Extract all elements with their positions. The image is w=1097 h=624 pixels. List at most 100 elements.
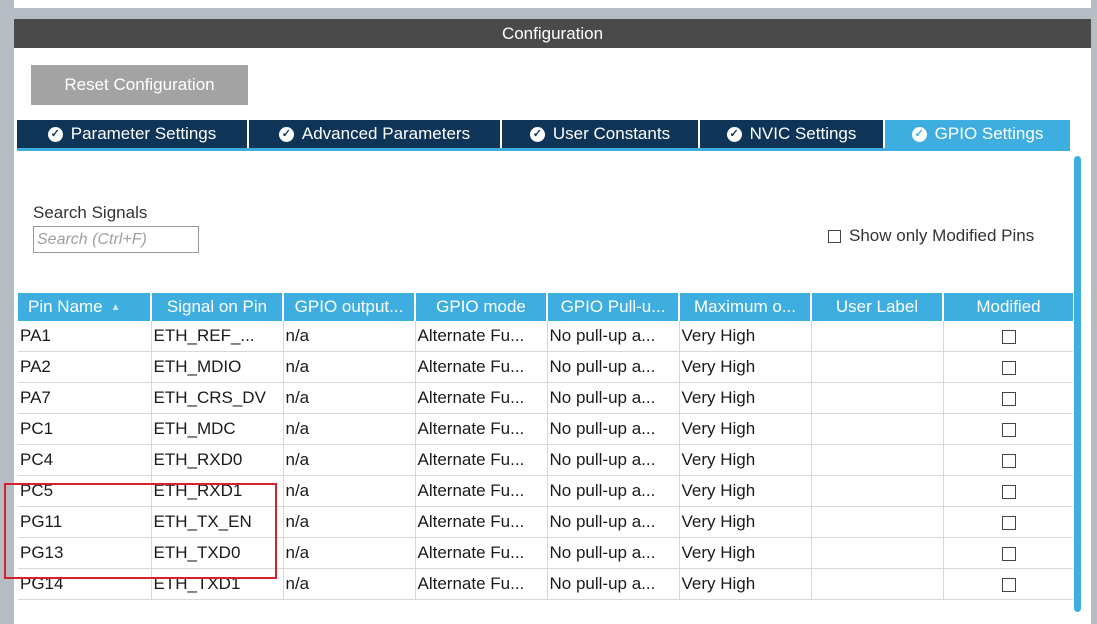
signal-cell: ETH_RXD0	[151, 444, 284, 476]
configuration-panel: Configuration Reset Configuration ✓ Para…	[14, 19, 1091, 624]
sort-up-icon[interactable]: ▲	[111, 302, 121, 313]
table-row[interactable]: PC4 ETH_RXD0 n/a Alternate Fu... No pull…	[18, 444, 1075, 476]
modified-checkbox[interactable]	[1001, 577, 1016, 592]
tab-nvic-settings[interactable]: ✓ NVIC Settings	[700, 120, 885, 148]
gpio-mode-cell: Alternate Fu...	[415, 506, 548, 538]
tab-label: Parameter Settings	[70, 124, 217, 143]
gpio-output-cell: n/a	[283, 413, 416, 445]
check-circle-icon: ✓	[726, 126, 742, 142]
modified-checkbox[interactable]	[1001, 484, 1016, 499]
gpio-output-cell: n/a	[283, 568, 416, 600]
gpio-pin-table: Pin Name ▲ Signal on Pin GPIO output... G…	[18, 293, 1075, 600]
column-header-gpio-mode[interactable]: GPIO mode	[415, 293, 548, 321]
tab-advanced-parameters[interactable]: ✓ Advanced Parameters	[249, 120, 502, 148]
tab-label: User Constants	[552, 124, 671, 143]
gpio-mode-cell: Alternate Fu...	[415, 382, 548, 414]
table-row[interactable]: PA1 ETH_REF_... n/a Alternate Fu... No p…	[18, 321, 1075, 352]
check-circle-icon: ✓	[278, 126, 294, 142]
column-header-signal-on-pin[interactable]: Signal on Pin	[151, 293, 284, 321]
gpio-output-cell: n/a	[283, 351, 416, 383]
table-row[interactable]: PG13 ETH_TXD0 n/a Alternate Fu... No pul…	[18, 537, 1075, 569]
gpio-output-cell: n/a	[283, 475, 416, 507]
modified-checkbox[interactable]	[1001, 515, 1016, 530]
gpio-pull-cell: No pull-up a...	[547, 568, 680, 600]
reset-configuration-button[interactable]: Reset Configuration	[31, 65, 248, 105]
user-label-cell[interactable]	[811, 506, 944, 538]
modified-cell	[943, 321, 1075, 352]
gpio-pull-cell: No pull-up a...	[547, 351, 680, 383]
column-header-maximum-output-speed[interactable]: Maximum o...	[679, 293, 812, 321]
gpio-output-cell: n/a	[283, 506, 416, 538]
search-signals-label: Search Signals	[33, 203, 148, 222]
max-speed-cell: Very High	[679, 444, 812, 476]
signal-cell: ETH_MDC	[151, 413, 284, 445]
gpio-settings-content: Search Signals Show only Modified Pins P…	[17, 151, 1075, 624]
tab-parameter-settings[interactable]: ✓ Parameter Settings	[17, 120, 249, 148]
signal-cell: ETH_TX_EN	[151, 506, 284, 538]
column-header-gpio-pull[interactable]: GPIO Pull-u...	[547, 293, 680, 321]
scrollbar-thumb[interactable]	[1074, 156, 1081, 612]
gpio-mode-cell: Alternate Fu...	[415, 321, 548, 352]
gpio-pull-cell: No pull-up a...	[547, 444, 680, 476]
pin-name-cell: PA2	[18, 351, 152, 383]
check-circle-icon: ✓	[47, 126, 63, 142]
modified-checkbox[interactable]	[1001, 422, 1016, 437]
modified-checkbox[interactable]	[1001, 329, 1016, 344]
gpio-mode-cell: Alternate Fu...	[415, 351, 548, 383]
user-label-cell[interactable]	[811, 413, 944, 445]
gpio-pull-cell: No pull-up a...	[547, 382, 680, 414]
pin-name-cell: PA1	[18, 321, 152, 352]
column-header-user-label[interactable]: User Label	[811, 293, 944, 321]
user-label-cell[interactable]	[811, 382, 944, 414]
max-speed-cell: Very High	[679, 506, 812, 538]
table-header-row: Pin Name ▲ Signal on Pin GPIO output... G…	[18, 293, 1075, 321]
gpio-mode-cell: Alternate Fu...	[415, 568, 548, 600]
user-label-cell[interactable]	[811, 444, 944, 476]
pin-name-cell: PG14	[18, 568, 152, 600]
tab-label: NVIC Settings	[749, 124, 857, 143]
check-circle-icon: ✓	[911, 126, 927, 142]
max-speed-cell: Very High	[679, 351, 812, 383]
tab-label: GPIO Settings	[934, 124, 1044, 143]
user-label-cell[interactable]	[811, 475, 944, 507]
tab-gpio-settings[interactable]: ✓ GPIO Settings	[885, 120, 1070, 148]
show-modified-checkbox[interactable]	[828, 229, 841, 243]
user-label-cell[interactable]	[811, 537, 944, 569]
column-header-pin-name[interactable]: Pin Name ▲	[18, 293, 152, 321]
show-modified-label: Show only Modified Pins	[849, 226, 1035, 245]
pin-name-cell: PG11	[18, 506, 152, 538]
table-row[interactable]: PG11 ETH_TX_EN n/a Alternate Fu... No pu…	[18, 506, 1075, 538]
modified-checkbox[interactable]	[1001, 546, 1016, 561]
max-speed-cell: Very High	[679, 475, 812, 507]
table-row[interactable]: PA7 ETH_CRS_DV n/a Alternate Fu... No pu…	[18, 382, 1075, 414]
show-modified-toggle[interactable]: Show only Modified Pins	[828, 226, 1034, 246]
column-header-gpio-output[interactable]: GPIO output...	[283, 293, 416, 321]
table-row[interactable]: PC5 ETH_RXD1 n/a Alternate Fu... No pull…	[18, 475, 1075, 507]
column-header-modified[interactable]: Modified	[943, 293, 1075, 321]
tab-label: Advanced Parameters	[301, 124, 471, 143]
table-row[interactable]: PG14 ETH_TXD1 n/a Alternate Fu... No pul…	[18, 568, 1075, 600]
user-label-cell[interactable]	[811, 321, 944, 352]
gpio-output-cell: n/a	[283, 382, 416, 414]
user-label-cell[interactable]	[811, 351, 944, 383]
max-speed-cell: Very High	[679, 382, 812, 414]
gpio-pull-cell: No pull-up a...	[547, 506, 680, 538]
gpio-mode-cell: Alternate Fu...	[415, 444, 548, 476]
gpio-pull-cell: No pull-up a...	[547, 475, 680, 507]
gpio-mode-cell: Alternate Fu...	[415, 475, 548, 507]
gpio-pull-cell: No pull-up a...	[547, 537, 680, 569]
modified-checkbox[interactable]	[1001, 391, 1016, 406]
user-label-cell[interactable]	[811, 568, 944, 600]
table-row[interactable]: PA2 ETH_MDIO n/a Alternate Fu... No pull…	[18, 351, 1075, 383]
gpio-output-cell: n/a	[283, 537, 416, 569]
gpio-pull-cell: No pull-up a...	[547, 321, 680, 352]
tab-user-constants[interactable]: ✓ User Constants	[502, 120, 700, 148]
modified-checkbox[interactable]	[1001, 453, 1016, 468]
max-speed-cell: Very High	[679, 537, 812, 569]
table-row[interactable]: PC1 ETH_MDC n/a Alternate Fu... No pull-…	[18, 413, 1075, 445]
search-input[interactable]	[33, 226, 199, 253]
modified-checkbox[interactable]	[1001, 360, 1016, 375]
vertical-scrollbar[interactable]	[1073, 156, 1082, 624]
pin-name-cell: PA7	[18, 382, 152, 414]
gpio-output-cell: n/a	[283, 321, 416, 352]
